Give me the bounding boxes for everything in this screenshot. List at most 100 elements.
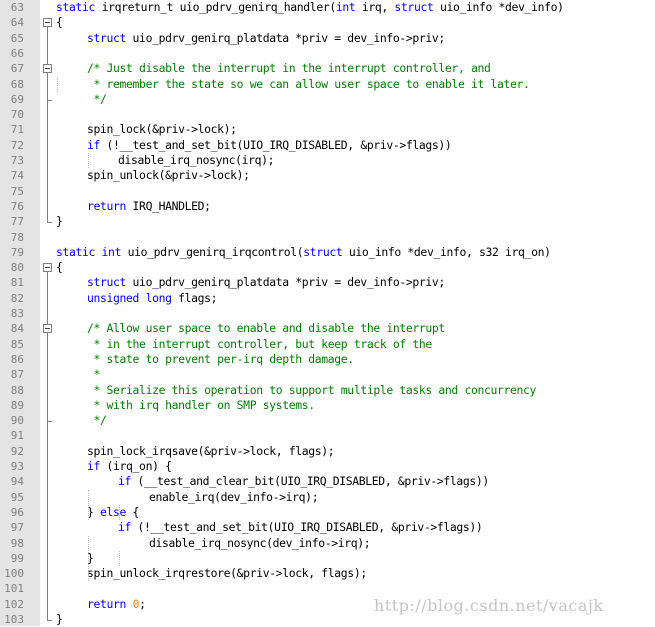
code-line[interactable]: 67 /* Just disable the interrupt in the i…: [0, 61, 655, 76]
line-number: 79: [10, 245, 24, 259]
line-number: 74: [10, 169, 24, 183]
fold-toggle-icon[interactable]: [43, 324, 52, 334]
code-token: spin_unlock_irqrestore(&priv->lock, flag…: [87, 566, 367, 581]
code-line[interactable]: 68 * remember the state so we can allow …: [0, 77, 655, 92]
line-number: 72: [10, 138, 24, 152]
code-text: }: [56, 214, 63, 229]
code-text: disable_irq_nosync(dev_info->irq);: [149, 535, 371, 551]
code-line[interactable]: 64 {: [0, 15, 655, 30]
code-token: * remember the state so we can allow use…: [87, 76, 530, 91]
code-token: disable_irq_nosync(dev_info->irq);: [149, 535, 371, 550]
code-line[interactable]: 85 * in the interrupt controller, but ke…: [0, 337, 655, 352]
code-line[interactable]: 77}: [0, 214, 655, 229]
line-number: 67: [10, 62, 24, 76]
code-token: unsigned long: [87, 290, 172, 305]
code-token: struct: [87, 30, 127, 45]
code-line[interactable]: 99}: [0, 551, 655, 566]
code-token: * Serialize this operation to support mu…: [87, 382, 537, 397]
line-number: 64: [10, 16, 24, 30]
code-text: spin_unlock_irqrestore(&priv->lock, flag…: [87, 566, 367, 581]
indent-guide: [57, 76, 58, 92]
code-text: if (irq_on) {: [87, 459, 172, 474]
code-text: spin_lock_irqsave(&priv->lock, flags);: [87, 444, 335, 459]
code-text: * remember the state so we can allow use…: [87, 77, 530, 92]
code-line[interactable]: 70: [0, 107, 655, 122]
code-token: {: [56, 260, 63, 275]
code-line[interactable]: 100 spin_unlock_irqrestore(&priv->lock, f…: [0, 566, 655, 581]
code-line[interactable]: 101: [0, 581, 655, 596]
fold-end-marker: [47, 421, 52, 423]
code-token: irqreturn_t uio_pdrv_genirq_handler(: [101, 0, 337, 14]
code-line[interactable]: 86 * state to prevent per-irq depth dama…: [0, 352, 655, 367]
line-number: 96: [10, 505, 24, 519]
code-line[interactable]: 94 if (__test_and_clear_bit(UIO_IRQ_DISAB…: [0, 474, 655, 489]
code-text: if (__test_and_clear_bit(UIO_IRQ_DISABLE…: [118, 474, 489, 489]
code-text: * Serialize this operation to support mu…: [87, 382, 537, 398]
code-line[interactable]: 82 unsigned long flags;: [0, 291, 655, 306]
code-token: * state to prevent per-irq depth damage.: [87, 351, 355, 366]
code-token: uio_info *dev_info, s32 irq_on): [342, 244, 551, 259]
code-line[interactable]: 76 return IRQ_HANDLED;: [0, 199, 655, 214]
code-token: * in the interrupt controller, but keep …: [87, 336, 433, 351]
code-line[interactable]: 71 spin_lock(&priv->lock);: [0, 122, 655, 137]
code-line[interactable]: 66: [0, 46, 655, 61]
code-line[interactable]: 89 * with irq handler on SMP systems.: [0, 398, 655, 413]
code-text: if (!__test_and_set_bit(UIO_IRQ_DISABLED…: [118, 520, 483, 535]
code-token: struct: [303, 244, 343, 259]
code-line[interactable]: 93 if (irq_on) {: [0, 459, 655, 474]
code-line[interactable]: 91: [0, 428, 655, 443]
code-line[interactable]: 72 if (!__test_and_set_bit(UIO_IRQ_DISABL…: [0, 138, 655, 153]
code-line[interactable]: 83: [0, 306, 655, 321]
line-number: 98: [10, 536, 24, 550]
fold-toggle-icon[interactable]: [43, 263, 52, 273]
code-line[interactable]: 87 *: [0, 367, 655, 382]
code-text: /* Allow user space to enable and disabl…: [87, 321, 445, 336]
line-number: 88: [10, 383, 24, 397]
code-line[interactable]: 88 * Serialize this operation to support…: [0, 383, 655, 398]
code-token: if: [87, 137, 101, 152]
line-number: 86: [10, 352, 24, 366]
code-line[interactable]: 92 spin_lock_irqsave(&priv->lock, flags);: [0, 444, 655, 459]
code-line[interactable]: 97 if (!__test_and_set_bit(UIO_IRQ_DISABL…: [0, 520, 655, 535]
code-text: *: [87, 367, 101, 382]
line-number: 83: [10, 307, 24, 320]
code-token: return: [87, 596, 127, 611]
code-line[interactable]: 81 struct uio_pdrv_genirq_platdata *priv …: [0, 275, 655, 290]
code-editor[interactable]: 63 static irqreturn_t uio_pdrv_genirq_han…: [0, 0, 655, 626]
code-text: unsigned long flags;: [87, 290, 218, 306]
code-line[interactable]: 74 spin_unlock(&priv->lock);: [0, 168, 655, 183]
code-line[interactable]: 90 */: [0, 413, 655, 428]
code-token: enable_irq(dev_info->irq);: [149, 489, 319, 504]
line-number: 101: [4, 582, 24, 596]
code-line[interactable]: 84 /* Allow user space to enable and disa…: [0, 321, 655, 336]
code-token: IRQ_HANDLED;: [126, 198, 211, 213]
code-line[interactable]: 95 enable_irq(dev_info->irq);: [0, 490, 655, 505]
fold-toggle-icon[interactable]: [43, 18, 52, 28]
line-number: 100: [4, 567, 24, 581]
line-number: 76: [10, 199, 24, 213]
code-line[interactable]: 65 struct uio_pdrv_genirq_platdata *priv …: [0, 31, 655, 46]
code-line[interactable]: 69 */: [0, 92, 655, 107]
line-number: 81: [10, 276, 24, 290]
code-token: uio_pdrv_genirq_platdata *priv = dev_inf…: [126, 275, 446, 290]
line-number: 85: [10, 337, 24, 351]
code-line[interactable]: 98 disable_irq_nosync(dev_info->irq);: [0, 536, 655, 551]
code-line[interactable]: 78: [0, 230, 655, 245]
code-token: */: [87, 91, 107, 106]
code-text: return IRQ_HANDLED;: [87, 199, 211, 214]
code-line[interactable]: 63 static irqreturn_t uio_pdrv_genirq_han…: [0, 0, 655, 15]
code-token: struct: [87, 275, 127, 290]
code-line[interactable]: 75: [0, 184, 655, 199]
code-line[interactable]: 96} else {: [0, 505, 655, 520]
code-line[interactable]: 79 static int uio_pdrv_genirq_irqcontrol(…: [0, 245, 655, 260]
code-token: *: [87, 367, 101, 382]
code-line[interactable]: 80 {: [0, 260, 655, 275]
code-token: uio_pdrv_genirq_irqcontrol(: [121, 244, 304, 259]
code-text: }: [56, 612, 63, 627]
indent-guide: [88, 153, 89, 169]
code-line[interactable]: 73 disable_irq_nosync(irq);: [0, 153, 655, 168]
code-token: flags;: [171, 290, 218, 305]
line-number: 94: [10, 475, 24, 489]
line-number: 93: [10, 460, 24, 473]
fold-toggle-icon[interactable]: [43, 64, 52, 74]
